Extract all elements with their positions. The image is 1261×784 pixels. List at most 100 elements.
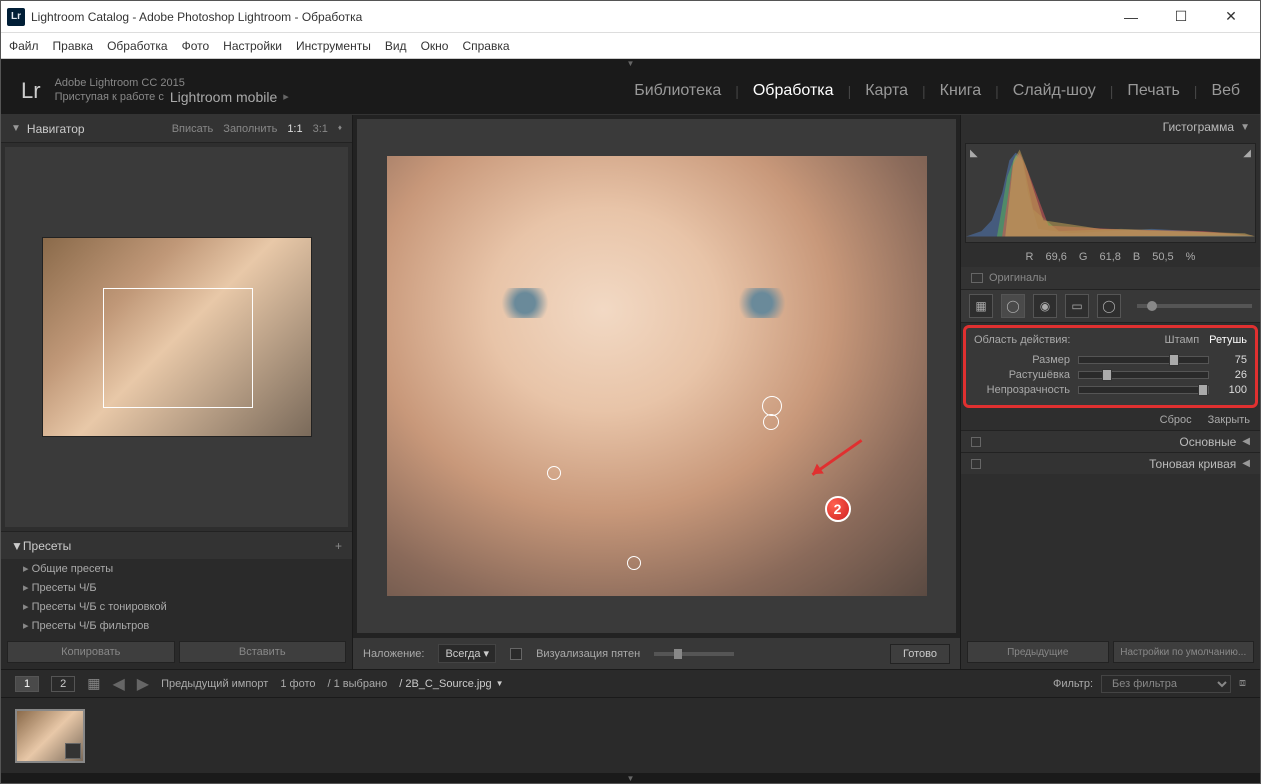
reset-button[interactable]: Сброс	[1160, 414, 1192, 426]
navigator-header[interactable]: ▼ Навигатор Вписать Заполнить 1:1 3:1 ♦	[1, 115, 352, 143]
radial-tool[interactable]: ◯	[1097, 294, 1121, 318]
close-button[interactable]: ✕	[1208, 2, 1254, 32]
heal-spot[interactable]	[762, 396, 782, 416]
nav-fill[interactable]: Заполнить	[223, 123, 277, 135]
basic-header[interactable]: Основные ◀	[961, 430, 1260, 452]
size-value: 75	[1217, 354, 1247, 366]
module-map[interactable]: Карта	[865, 82, 908, 100]
done-button[interactable]: Готово	[890, 644, 950, 664]
nav-zoom-menu-icon[interactable]: ♦	[338, 123, 342, 135]
top-panel-toggle[interactable]: ▼	[1, 59, 1260, 67]
module-slideshow[interactable]: Слайд-шоу	[1013, 82, 1096, 100]
second-display[interactable]: 2	[51, 676, 75, 692]
menu-develop[interactable]: Обработка	[107, 39, 168, 53]
tool-size-slider[interactable]	[1137, 304, 1252, 308]
bottom-panel-toggle[interactable]: ▼	[1, 773, 1260, 783]
preset-folder[interactable]: Пресеты Ч/Б с тонировкой	[1, 597, 352, 616]
originals-label: Оригиналы	[989, 272, 1047, 284]
visualize-checkbox[interactable]	[510, 648, 522, 660]
filter-select[interactable]: Без фильтра	[1101, 675, 1231, 693]
selected-count: / 1 выбрано	[327, 678, 387, 690]
clip-highlight-icon[interactable]: ◢	[1243, 148, 1251, 159]
menu-help[interactable]: Справка	[462, 39, 509, 53]
opacity-slider[interactable]	[1078, 386, 1209, 394]
lr-logo: Lr	[21, 78, 41, 104]
filter-label: Фильтр:	[1053, 678, 1093, 690]
heal-spot[interactable]	[547, 466, 561, 480]
histogram[interactable]: ◣ ◢	[965, 143, 1256, 243]
add-preset-icon[interactable]: +	[335, 539, 342, 553]
collapse-icon: ▼	[11, 539, 23, 553]
nav-1to1[interactable]: 1:1	[287, 123, 302, 135]
originals-row[interactable]: Оригиналы	[961, 267, 1260, 289]
module-web[interactable]: Веб	[1211, 82, 1240, 100]
photo[interactable]: 2 1	[387, 156, 927, 596]
nav-fit[interactable]: Вписать	[172, 123, 214, 135]
grid-icon[interactable]: ▦	[87, 675, 100, 692]
size-label: Размер	[974, 354, 1070, 366]
presets-header[interactable]: ▼ Пресеты +	[1, 531, 352, 559]
navigator-preview[interactable]	[5, 147, 348, 527]
nav-3to1[interactable]: 3:1	[313, 123, 328, 135]
filter-lock-icon[interactable]: ⧈	[1239, 677, 1246, 690]
feather-slider[interactable]	[1078, 371, 1209, 379]
mode-stamp[interactable]: Штамп	[1165, 334, 1200, 346]
paste-button[interactable]: Вставить	[179, 641, 347, 663]
heal-spot[interactable]	[627, 556, 641, 570]
previous-button[interactable]: Предыдущие	[967, 641, 1109, 663]
prev-arrow-icon[interactable]: ◀	[112, 674, 124, 694]
copy-button[interactable]: Копировать	[7, 641, 175, 663]
menu-view[interactable]: Вид	[385, 39, 407, 53]
filmstrip[interactable]	[1, 697, 1260, 773]
clip-shadow-icon[interactable]: ◣	[970, 148, 978, 159]
feather-label: Растушёвка	[974, 369, 1070, 381]
menu-photo[interactable]: Фото	[182, 39, 210, 53]
section-toggle-icon[interactable]	[971, 459, 981, 469]
center-panel: 2 1 Наложение: Всегда ▾ Визуализация пят…	[353, 115, 960, 669]
navigator-title: Навигатор	[27, 122, 85, 136]
right-panel: Гистограмма ▼ ◣ ◢ R69,6 G61,8	[960, 115, 1260, 669]
menu-file[interactable]: Файл	[9, 39, 39, 53]
minimize-button[interactable]: —	[1108, 2, 1154, 32]
filename-label[interactable]: / 2B_C_Source.jpg ▼	[399, 678, 503, 690]
section-toggle-icon[interactable]	[971, 437, 981, 447]
tool-strip: ▦ ◯ ◉ ▭ ◯	[961, 289, 1260, 323]
module-develop[interactable]: Обработка	[753, 82, 834, 100]
menu-edit[interactable]: Правка	[53, 39, 94, 53]
preset-folder[interactable]: Общие пресеты	[1, 559, 352, 578]
close-panel-button[interactable]: Закрыть	[1208, 414, 1250, 426]
spot-tool[interactable]: ◯	[1001, 294, 1025, 318]
histogram-header[interactable]: Гистограмма ▼	[961, 115, 1260, 139]
navigator-frame[interactable]	[103, 288, 253, 408]
preset-folder[interactable]: Пресеты Ч/Б фильтров	[1, 616, 352, 635]
gradient-tool[interactable]: ▭	[1065, 294, 1089, 318]
heal-spot[interactable]	[763, 414, 779, 430]
visualize-slider[interactable]	[654, 652, 734, 656]
photo-canvas[interactable]: 2 1	[357, 119, 956, 633]
size-slider[interactable]	[1078, 356, 1209, 364]
mobile-link[interactable]: Lightroom mobile	[170, 89, 277, 105]
menu-settings[interactable]: Настройки	[223, 39, 282, 53]
collapse-icon: ▼	[1240, 122, 1250, 133]
module-book[interactable]: Книга	[940, 82, 981, 100]
crop-tool[interactable]: ▦	[969, 294, 993, 318]
collapse-icon: ◀	[1242, 436, 1250, 447]
maximize-button[interactable]: ☐	[1158, 2, 1204, 32]
menubar: Файл Правка Обработка Фото Настройки Инс…	[1, 33, 1260, 59]
mode-heal[interactable]: Ретушь	[1209, 334, 1247, 346]
main-display[interactable]: 1	[15, 676, 39, 692]
app-icon: Lr	[7, 8, 25, 26]
menu-window[interactable]: Окно	[421, 39, 449, 53]
thumbnail[interactable]	[15, 709, 85, 763]
preset-folder[interactable]: Пресеты Ч/Б	[1, 578, 352, 597]
defaults-button[interactable]: Настройки по умолчанию...	[1113, 641, 1255, 663]
menu-tools[interactable]: Инструменты	[296, 39, 371, 53]
module-library[interactable]: Библиотека	[634, 82, 721, 100]
source-label[interactable]: Предыдущий импорт	[161, 678, 268, 690]
redeye-tool[interactable]: ◉	[1033, 294, 1057, 318]
next-arrow-icon[interactable]: ▶	[137, 674, 149, 694]
presets-list: Общие пресеты Пресеты Ч/Б Пресеты Ч/Б с …	[1, 559, 352, 635]
overlay-select[interactable]: Всегда ▾	[438, 644, 496, 663]
tonecurve-header[interactable]: Тоновая кривая ◀	[961, 452, 1260, 474]
module-print[interactable]: Печать	[1127, 82, 1179, 100]
